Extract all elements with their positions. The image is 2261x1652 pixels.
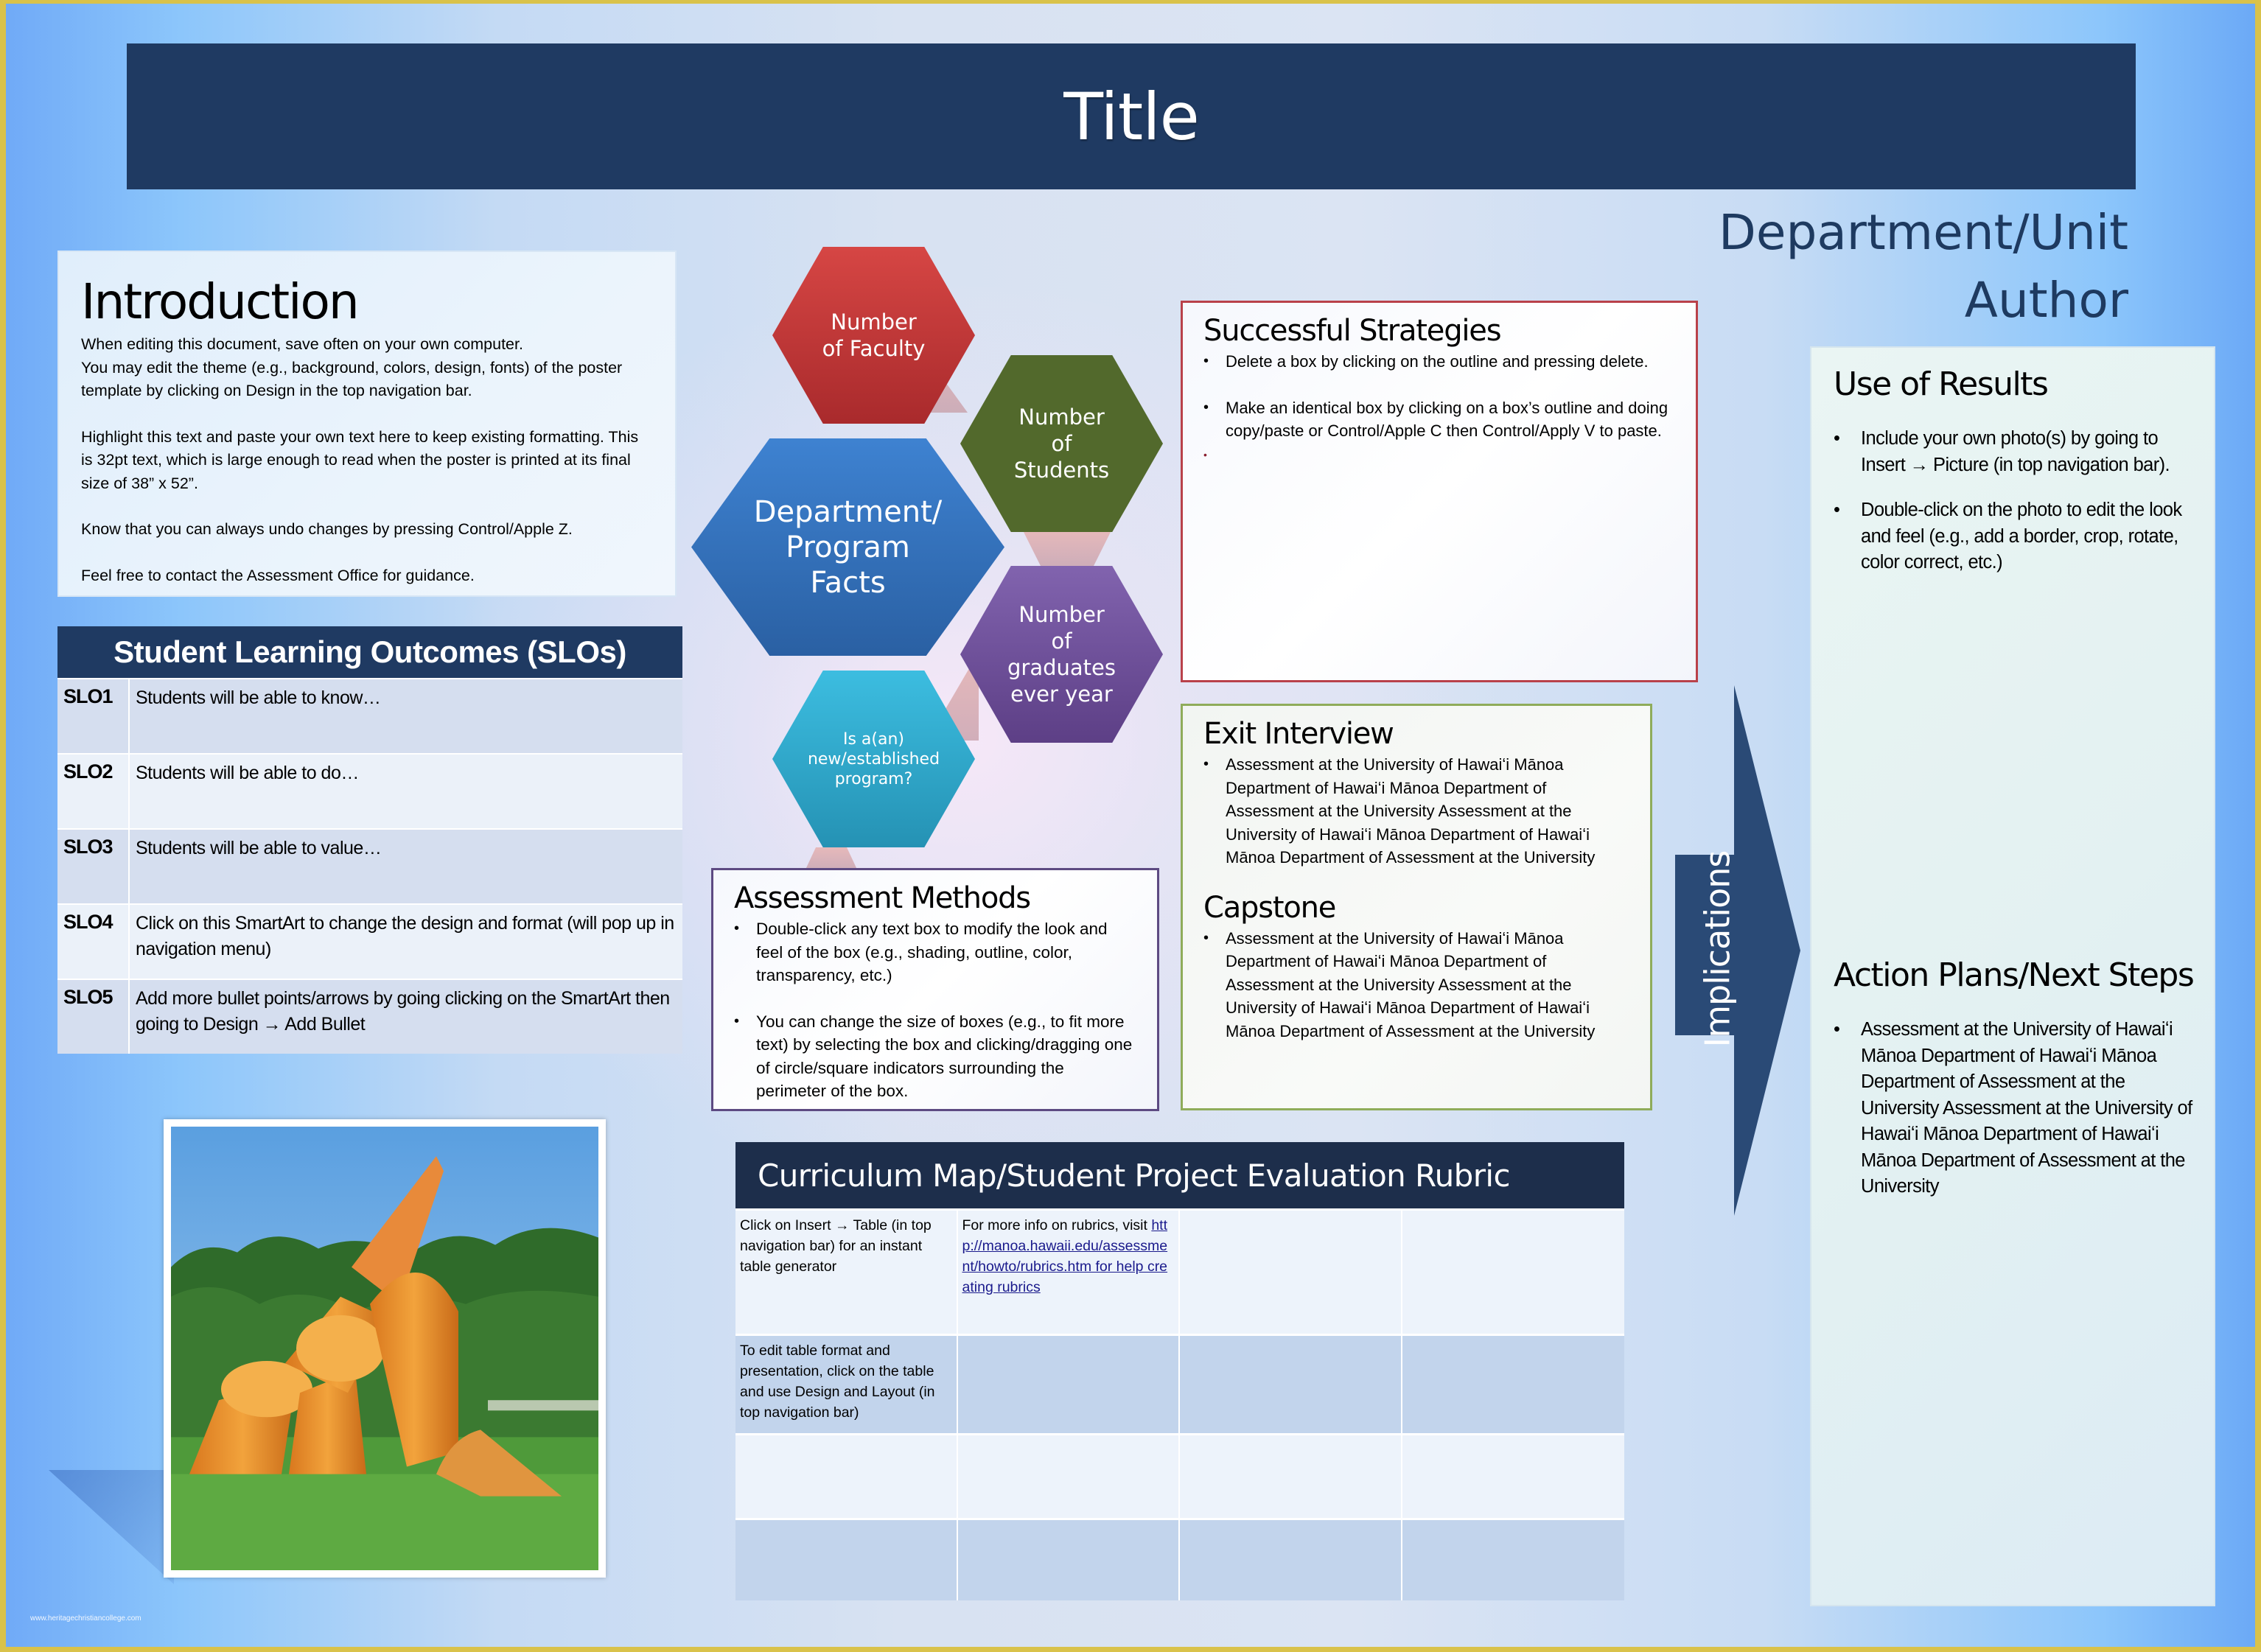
table-cell[interactable]: For more info on rubrics, visit http://m… <box>958 1211 1180 1334</box>
photo-shadow <box>49 1470 174 1584</box>
slo-row[interactable]: SLO4 Click on this SmartArt to change th… <box>57 903 682 979</box>
slo-text: Students will be able to value… <box>136 838 382 858</box>
capstone-list: Assessment at the University of Hawaiʻi … <box>1203 927 1629 1043</box>
table-cell[interactable] <box>958 1520 1180 1600</box>
hex-connector <box>805 847 857 869</box>
slo-text: Click on this SmartArt to change the des… <box>136 913 674 959</box>
hex-students-label: Number of Students <box>1013 405 1110 483</box>
table-cell[interactable] <box>1402 1211 1625 1334</box>
slo-table[interactable]: Student Learning Outcomes (SLOs) SLO1 St… <box>57 626 682 1054</box>
curriculum-table[interactable]: Curriculum Map/Student Project Evaluatio… <box>735 1142 1624 1600</box>
hex-center-program-facts[interactable]: Department/ Program Facts <box>691 438 1004 656</box>
table-cell[interactable] <box>1402 1336 1625 1433</box>
poster-title[interactable]: Title <box>1063 79 1200 155</box>
table-row: Click on Insert → Table (in top navigati… <box>735 1208 1624 1334</box>
hex-program-status[interactable]: Is a(an) new/established program? <box>772 671 975 847</box>
list-item: Include your own photo(s) by going to In… <box>1834 426 2192 478</box>
slo-code: SLO2 <box>57 755 130 828</box>
introduction-box[interactable]: Introduction When editing this document,… <box>57 251 677 597</box>
assessment-methods-heading: Assessment Methods <box>734 881 1031 915</box>
list-item: You can change the size of boxes (e.g., … <box>734 1010 1136 1103</box>
use-of-results-heading: Use of Results <box>1834 365 2049 403</box>
intro-line: You may edit the theme (e.g., background… <box>81 358 623 400</box>
action-plans-list: Assessment at the University of Hawaiʻi … <box>1834 1017 2195 1200</box>
table-cell[interactable] <box>958 1435 1180 1518</box>
list-item: Assessment at the University of Hawaiʻi … <box>1203 753 1629 869</box>
intro-line: When editing this document, save often o… <box>81 335 523 353</box>
implications-label: Implications <box>1697 850 1738 1047</box>
table-cell[interactable]: Click on Insert → Table (in top navigati… <box>735 1211 958 1334</box>
results-panel[interactable]: Use of Results Include your own photo(s)… <box>1810 346 2215 1606</box>
list-item: Assessment at the University of Hawaiʻi … <box>1834 1017 2195 1200</box>
slo-heading: Student Learning Outcomes (SLOs) <box>57 626 682 678</box>
slo-row[interactable]: SLO3 Students will be able to value… <box>57 828 682 903</box>
action-plans-heading: Action Plans/Next Steps <box>1834 956 2195 994</box>
slo-code: SLO5 <box>57 980 130 1054</box>
hex-center-label: Department/ Program Facts <box>753 494 943 600</box>
slo-text: Add more bullet points/arrows by going c… <box>136 988 670 1035</box>
exit-interview-box[interactable]: Exit Interview Assessment at the Univers… <box>1181 704 1652 1110</box>
use-of-results-list: Include your own photo(s) by going to In… <box>1834 426 2192 576</box>
exit-interview-list: Assessment at the University of Hawaiʻi … <box>1203 753 1629 869</box>
table-row: To edit table format and presentation, c… <box>735 1334 1624 1433</box>
table-row <box>735 1433 1624 1518</box>
table-cell[interactable] <box>1402 1435 1625 1518</box>
exit-interview-heading: Exit Interview <box>1203 717 1394 751</box>
sculpture-photo-icon <box>171 1127 598 1570</box>
strategies-heading: Successful Strategies <box>1203 314 1502 348</box>
intro-paragraph: Highlight this text and paste your own t… <box>81 427 639 492</box>
slo-code: SLO4 <box>57 905 130 979</box>
hex-connector <box>1023 531 1111 566</box>
program-facts-smartart[interactable]: Number of Faculty Number of Students Dep… <box>688 243 1167 877</box>
sculpture-photo[interactable] <box>164 1119 606 1578</box>
table-cell[interactable] <box>958 1336 1180 1433</box>
assessment-methods-box[interactable]: Assessment Methods Double-click any text… <box>711 868 1159 1111</box>
watermark: www.heritagechristiancollege.com <box>30 1614 141 1623</box>
intro-paragraph: When editing this document, save often o… <box>81 333 653 403</box>
department-author-block: Department/Unit Author <box>1719 199 2128 335</box>
department-unit[interactable]: Department/Unit <box>1719 199 2128 267</box>
author[interactable]: Author <box>1719 267 2128 335</box>
hex-graduates-label: Number of graduates ever year <box>1007 602 1116 707</box>
intro-paragraph: Feel free to contact the Assessment Offi… <box>81 566 475 584</box>
table-cell[interactable] <box>1402 1520 1625 1600</box>
list-item: Double-click on the photo to edit the lo… <box>1834 497 2192 576</box>
table-row <box>735 1518 1624 1600</box>
slo-code: SLO3 <box>57 830 130 903</box>
list-item: Assessment at the University of Hawaiʻi … <box>1203 927 1629 1043</box>
slo-text: Students will be able to do… <box>136 763 359 783</box>
title-bar: Title <box>127 43 2136 189</box>
list-item: Make an identical box by clicking on a b… <box>1203 396 1675 443</box>
curriculum-heading: Curriculum Map/Student Project Evaluatio… <box>735 1142 1624 1208</box>
slo-row[interactable]: SLO5 Add more bullet points/arrows by go… <box>57 979 682 1054</box>
table-cell[interactable]: To edit table format and presentation, c… <box>735 1336 958 1433</box>
table-cell[interactable] <box>1180 1435 1402 1518</box>
hex-students[interactable]: Number of Students <box>960 355 1163 532</box>
table-cell[interactable] <box>735 1520 958 1600</box>
list-item: Double-click any text box to modify the … <box>734 917 1136 987</box>
table-cell[interactable] <box>1180 1336 1402 1433</box>
empty-bullet: • <box>1203 448 1207 461</box>
slo-row[interactable]: SLO1 Students will be able to know… <box>57 678 682 753</box>
hex-program-status-label: Is a(an) new/established program? <box>807 729 940 788</box>
hex-faculty-label: Number of Faculty <box>822 309 926 361</box>
successful-strategies-box[interactable]: Successful Strategies Delete a box by cl… <box>1181 301 1698 682</box>
capstone-heading: Capstone <box>1203 890 1336 925</box>
action-plans-section: Action Plans/Next Steps Assessment at th… <box>1834 952 2195 1200</box>
slo-text: Students will be able to know… <box>136 687 381 708</box>
slo-code: SLO1 <box>57 679 130 753</box>
slo-row[interactable]: SLO2 Students will be able to do… <box>57 753 682 828</box>
table-cell[interactable] <box>1180 1211 1402 1334</box>
hex-graduates[interactable]: Number of graduates ever year <box>960 566 1163 743</box>
assessment-methods-list: Double-click any text box to modify the … <box>734 917 1136 1103</box>
table-cell[interactable] <box>1180 1520 1402 1600</box>
list-item: Delete a box by clicking on the outline … <box>1203 350 1675 374</box>
introduction-heading: Introduction <box>81 273 360 330</box>
implications-label-wrap: Implications <box>1675 678 1760 1219</box>
cell-text: For more info on rubrics, visit <box>962 1217 1152 1233</box>
table-cell[interactable] <box>735 1435 958 1518</box>
intro-paragraph: Know that you can always undo changes by… <box>81 520 573 538</box>
strategies-list: Delete a box by clicking on the outline … <box>1203 350 1675 443</box>
